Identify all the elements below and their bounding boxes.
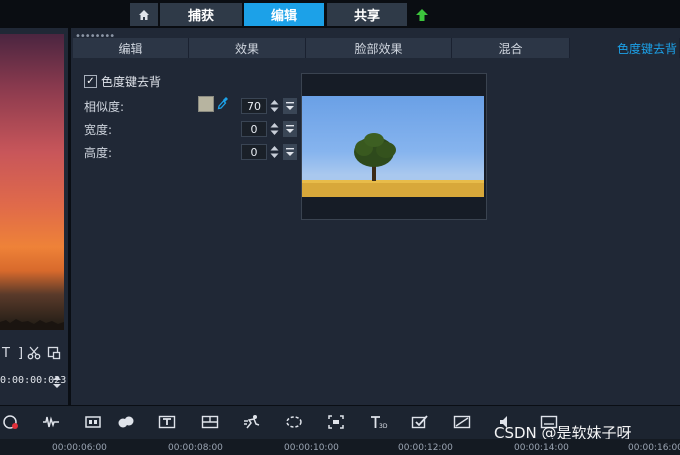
width-label: 宽度: bbox=[84, 123, 113, 137]
tab-chroma-key[interactable]: 色度键去背 bbox=[570, 38, 680, 58]
key-color-swatch[interactable] bbox=[198, 96, 214, 112]
tab-face-effects[interactable]: 脸部效果 bbox=[306, 38, 452, 58]
ruler-tick-label: 00:00:08:00 bbox=[168, 443, 223, 453]
height-spinner[interactable] bbox=[269, 144, 280, 160]
preview-video-frame[interactable] bbox=[0, 34, 64, 330]
3d-title-icon[interactable]: 3D bbox=[370, 414, 388, 430]
width-input[interactable]: 0 bbox=[241, 121, 267, 137]
chroma-key-checkbox[interactable]: ✓ bbox=[84, 75, 97, 88]
home-icon bbox=[139, 9, 149, 20]
chroma-preview-image bbox=[302, 96, 484, 197]
tab-blend[interactable]: 混合 bbox=[452, 38, 570, 58]
enlarge-preview-icon[interactable] bbox=[47, 346, 61, 360]
ruler-tick-label: 00:00:10:00 bbox=[284, 443, 339, 453]
upload-arrow-icon bbox=[416, 8, 428, 21]
film-strip-icon[interactable] bbox=[84, 414, 102, 430]
ruler-tick-label: 00:00:16:00 bbox=[628, 443, 680, 453]
width-slider-dropdown[interactable] bbox=[283, 121, 297, 137]
motion-tracking-icon[interactable] bbox=[243, 414, 261, 430]
image-filter-icon[interactable] bbox=[453, 414, 471, 430]
similarity-slider-dropdown[interactable] bbox=[283, 98, 297, 114]
height-input[interactable]: 0 bbox=[241, 144, 267, 160]
tab-share[interactable]: 共享 bbox=[327, 3, 407, 26]
height-label: 高度: bbox=[84, 146, 113, 160]
tab-effects[interactable]: 效果 bbox=[189, 38, 306, 58]
svg-text:3D: 3D bbox=[379, 423, 388, 430]
chroma-key-label: 色度键去背 bbox=[101, 75, 162, 89]
options-tabs: 编辑 效果 脸部效果 混合 色度键去背 bbox=[73, 38, 680, 58]
ruler-tick-label: 00:00:12:00 bbox=[398, 443, 453, 453]
ruler-tick-label: 00:00:14:00 bbox=[514, 443, 569, 453]
height-slider-dropdown[interactable] bbox=[283, 144, 297, 160]
mark-out-bracket[interactable]: ] bbox=[18, 346, 23, 361]
path-loop-icon[interactable] bbox=[285, 414, 303, 430]
overlay-circles-icon[interactable] bbox=[117, 414, 135, 430]
split-screen-icon[interactable] bbox=[201, 414, 219, 430]
mask-check-icon[interactable] bbox=[411, 414, 429, 430]
tree-field-picture bbox=[302, 133, 484, 197]
similarity-label: 相似度: bbox=[84, 100, 125, 114]
home-button[interactable] bbox=[130, 3, 158, 26]
width-spinner[interactable] bbox=[269, 121, 280, 137]
ruler-tick-label: 00:00:06:00 bbox=[52, 443, 107, 453]
scissors-icon[interactable] bbox=[27, 346, 41, 360]
upload-button[interactable] bbox=[410, 3, 434, 26]
audio-waveform-icon[interactable] bbox=[42, 414, 60, 430]
title-text-icon[interactable] bbox=[158, 414, 176, 430]
timecode-stepper[interactable] bbox=[52, 374, 62, 390]
eyedropper-icon[interactable] bbox=[217, 96, 229, 110]
tab-capture[interactable]: 捕获 bbox=[160, 3, 242, 26]
crop-frame-icon[interactable] bbox=[327, 414, 345, 430]
tab-edit[interactable]: 编辑 bbox=[244, 3, 324, 26]
treeline-silhouette bbox=[0, 319, 64, 330]
similarity-spinner[interactable] bbox=[269, 98, 280, 114]
mark-in-bracket[interactable]: T bbox=[2, 346, 10, 361]
color-record-icon[interactable] bbox=[2, 414, 20, 430]
similarity-input[interactable]: 70 bbox=[241, 98, 267, 114]
tab-edit-options[interactable]: 编辑 bbox=[73, 38, 189, 58]
